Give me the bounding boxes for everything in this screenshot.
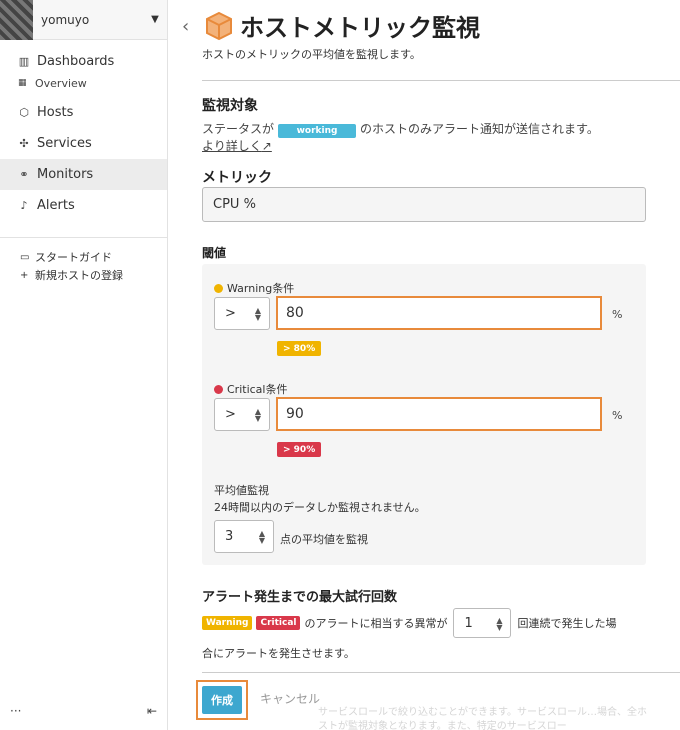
sidebar-item-label: Services: [37, 136, 92, 151]
warning-condition-label: Warning条件: [214, 280, 294, 296]
metric-field[interactable]: CPU %: [202, 187, 646, 222]
learn-more-label: より詳しく: [202, 139, 262, 153]
document-icon: ▭: [20, 251, 30, 263]
retry-text-1: のアラートに相当する異常が: [304, 617, 448, 630]
warning-tag: Warning: [202, 616, 253, 630]
bell-icon: ♪: [20, 199, 28, 212]
warning-unit: %: [612, 308, 623, 321]
critical-operator-value: >: [225, 407, 236, 422]
avg-suffix: 点の平均値を監視: [280, 533, 368, 546]
target-heading: 監視対象: [202, 98, 258, 114]
threshold-heading: 閾値: [202, 246, 227, 260]
link-label: 新規ホストの登録: [35, 269, 123, 282]
external-link-icon: ↗: [261, 139, 272, 153]
avg-points-select[interactable]: 3 ▲ ▼: [214, 520, 274, 553]
retry-heading: アラート発生までの最大試行回数: [202, 590, 398, 605]
start-guide-link[interactable]: ▭ スタートガイド: [0, 248, 167, 266]
threshold-panel: Warning条件 > ▲ ▼ 80 % > 80% Critical条件 > ▲…: [202, 264, 646, 565]
sidebar-nav: ▥ Dashboards ▦ Overview ⬡ Hosts ✣ Servic…: [0, 40, 167, 221]
target-text-after: のホストのみアラート通知が送信されます。: [360, 122, 599, 136]
org-name: yomuyo: [41, 12, 90, 27]
sidebar-item-monitors[interactable]: ⚭ Monitors: [0, 159, 167, 190]
page-header: ホストメトリック監視: [204, 8, 480, 43]
sidebar: yomuyo ▼ ▥ Dashboards ▦ Overview ⬡ Hosts…: [0, 0, 168, 730]
warning-value-input[interactable]: 80: [276, 296, 602, 330]
cube-icon: ⬡: [19, 106, 29, 119]
retry-row: Warning Critical のアラートに相当する異常が 1 ▲ ▼ 回連続で…: [202, 608, 646, 638]
avg-heading: 平均値監視: [214, 484, 269, 497]
link-label: スタートガイド: [35, 251, 112, 264]
sidebar-item-label: Dashboards: [37, 54, 115, 69]
avg-points-value: 3: [225, 529, 234, 544]
avg-note: 24時間以内のデータしか監視されません。: [214, 501, 426, 514]
retry-count-select[interactable]: 1 ▲ ▼: [453, 608, 512, 638]
divider: [202, 80, 680, 81]
create-button-highlight: 作成: [196, 680, 248, 720]
faded-help-text: サービスロールで絞り込むことができます。サービスロール…場合、全ホストが監視対象…: [318, 707, 647, 730]
critical-unit: %: [612, 409, 623, 422]
retry-text-3: 合にアラートを発生させます。: [202, 647, 355, 660]
sidebar-item-label: Overview: [35, 76, 87, 90]
divider: [202, 672, 680, 673]
status-badge: working: [278, 124, 357, 138]
select-arrows-icon: ▲ ▼: [254, 306, 261, 322]
select-arrows-icon: ▲ ▼: [258, 529, 265, 545]
binoculars-icon: ⚭: [19, 168, 29, 181]
collapse-icon[interactable]: ⇤: [147, 704, 157, 718]
warning-operator-select[interactable]: > ▲ ▼: [214, 297, 270, 330]
page-subtitle: ホストのメトリックの平均値を監視します。: [202, 48, 421, 61]
caret-down-icon: ▼: [151, 14, 159, 25]
sidebar-item-label: Alerts: [37, 198, 75, 213]
sidebar-item-hosts[interactable]: ⬡ Hosts: [0, 97, 167, 128]
org-switcher[interactable]: yomuyo ▼: [0, 0, 167, 40]
sidebar-item-alerts[interactable]: ♪ Alerts: [0, 190, 167, 221]
critical-label-text: Critical条件: [227, 383, 288, 396]
retry-count-value: 1: [464, 615, 473, 631]
critical-threshold-pill: > 90%: [277, 442, 322, 457]
warning-dot-icon: [214, 283, 223, 293]
create-button[interactable]: 作成: [202, 686, 242, 714]
select-arrows-icon: ▲ ▼: [254, 407, 261, 423]
critical-value-input[interactable]: 90: [276, 397, 602, 431]
critical-operator-select[interactable]: > ▲ ▼: [214, 398, 270, 431]
sidebar-item-label: Monitors: [37, 167, 94, 182]
critical-condition-label: Critical条件: [214, 381, 287, 397]
more-icon[interactable]: ···: [10, 704, 21, 718]
back-chevron-icon[interactable]: ‹: [182, 16, 189, 37]
org-logo: [0, 0, 33, 40]
sidebar-footer: ··· ⇤: [10, 704, 157, 718]
main-content: ‹ ホストメトリック監視 ホストのメトリックの平均値を監視します。 監視対象 ス…: [168, 0, 680, 730]
critical-dot-icon: [214, 384, 223, 394]
target-text-before: ステータスが: [202, 122, 275, 136]
sidebar-item-services[interactable]: ✣ Services: [0, 128, 167, 159]
chart-icon: ▥: [18, 55, 30, 68]
cubes-icon: ✣: [19, 137, 29, 150]
critical-tag: Critical: [256, 616, 301, 630]
select-arrows-icon: ▲ ▼: [496, 616, 503, 632]
sidebar-item-overview[interactable]: ▦ Overview: [0, 73, 167, 93]
retry-text-2: 回連続で発生した場: [517, 617, 617, 630]
warning-threshold-pill: > 80%: [277, 341, 322, 356]
box-icon: [206, 11, 232, 40]
target-description: ステータスが working のホストのみアラート通知が送信されます。: [202, 120, 599, 138]
warning-label-text: Warning条件: [227, 282, 295, 295]
plus-icon: +: [20, 269, 29, 281]
metric-heading: メトリック: [202, 170, 272, 186]
grid-icon: ▦: [18, 78, 27, 88]
warning-operator-value: >: [225, 306, 236, 321]
sidebar-item-label: Hosts: [37, 105, 74, 120]
learn-more-link[interactable]: より詳しく↗: [202, 137, 272, 154]
register-host-link[interactable]: + 新規ホストの登録: [0, 266, 167, 284]
cancel-link[interactable]: キャンセル: [260, 690, 320, 707]
sidebar-links: ▭ スタートガイド + 新規ホストの登録: [0, 237, 167, 284]
page-title: ホストメトリック監視: [240, 14, 480, 42]
